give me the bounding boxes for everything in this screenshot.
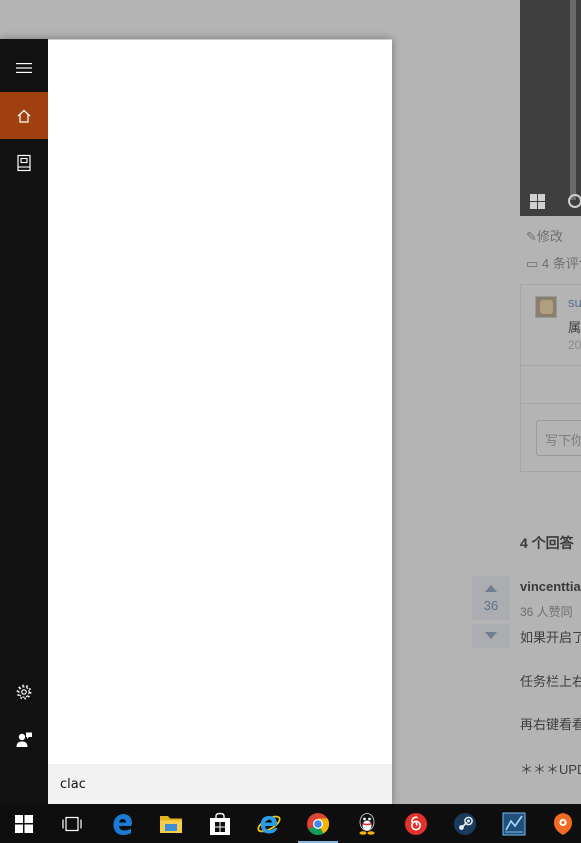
comment-date: 20 [568,338,581,352]
search-input[interactable] [60,776,360,792]
search-box[interactable] [48,764,392,804]
terminal-app-icon [502,812,526,835]
commenter-avatar[interactable] [535,296,557,318]
start-menu [0,39,392,804]
feedback-button[interactable] [0,716,48,763]
windows-start-icon [15,814,33,833]
taskbar-qq[interactable] [343,804,391,843]
taskbar-netease-music[interactable] [392,804,440,843]
pencil-icon: ✎ [526,229,537,244]
upvote-arrow-icon [485,585,497,592]
settings-button[interactable] [0,668,48,715]
downvote-button[interactable] [472,624,510,648]
answers-heading: 4 个回答 [520,535,574,551]
orange-app-icon [554,812,572,835]
qq-penguin-icon [359,812,375,835]
taskbar-terminal-app[interactable] [490,804,538,843]
reply-input[interactable]: 写下你 [536,420,581,456]
task-view-icon [62,816,82,831]
start-results-panel [48,39,392,804]
taskbar-store[interactable] [196,804,244,843]
netease-music-icon [405,812,427,835]
hamburger-icon [16,62,32,73]
edge-icon [113,813,132,835]
taskbar-edge[interactable] [99,804,147,843]
edit-link[interactable]: ✎修改 [526,226,563,245]
comment-text: 属 [568,320,581,335]
notebook-icon [17,154,31,171]
search-ring-icon [568,194,581,208]
downvote-arrow-icon [485,632,497,639]
taskbar-pinned-app[interactable] [539,804,581,843]
feedback-person-icon [16,732,32,747]
task-view-button[interactable] [48,804,96,843]
taskbar-file-explorer[interactable] [147,804,195,843]
expand-menu-button[interactable] [0,44,48,91]
internet-explorer-icon [257,815,281,833]
windows-logo-icon [530,194,546,210]
answer-line-1: 如果开启了 [520,630,581,645]
taskbar-steam[interactable] [441,804,489,843]
documents-button[interactable] [0,139,48,186]
steam-icon [454,812,476,835]
gear-icon [16,684,32,699]
vote-count: 36 [483,598,499,613]
comment-bubble-icon: ▭ [526,256,539,271]
answer-author[interactable]: vincenttia [520,579,581,594]
home-icon [17,109,31,123]
vote-widget: 36 [472,576,510,648]
home-button[interactable] [0,92,48,139]
store-bag-icon [210,812,230,835]
answer-line-3: 再右键看看 [520,717,581,732]
answer-likes: 36 人赞同 [520,605,573,619]
video-thumbnail[interactable] [520,0,581,216]
taskbar-chrome[interactable] [294,804,342,843]
comments-toggle[interactable]: ▭ 4 条评论 [526,253,581,272]
answer-line-2: 任务栏上右 [520,674,581,689]
start-rail [0,39,48,804]
chrome-icon [307,812,330,835]
taskbar [0,804,581,843]
taskbar-internet-explorer[interactable] [245,804,293,843]
video-scrollbar [570,0,576,200]
comment-author[interactable]: su [568,295,581,310]
start-button[interactable] [0,804,48,843]
answer-line-4: ＊＊＊UPD [520,762,581,777]
folder-icon [160,815,182,833]
upvote-button[interactable]: 36 [472,576,510,620]
